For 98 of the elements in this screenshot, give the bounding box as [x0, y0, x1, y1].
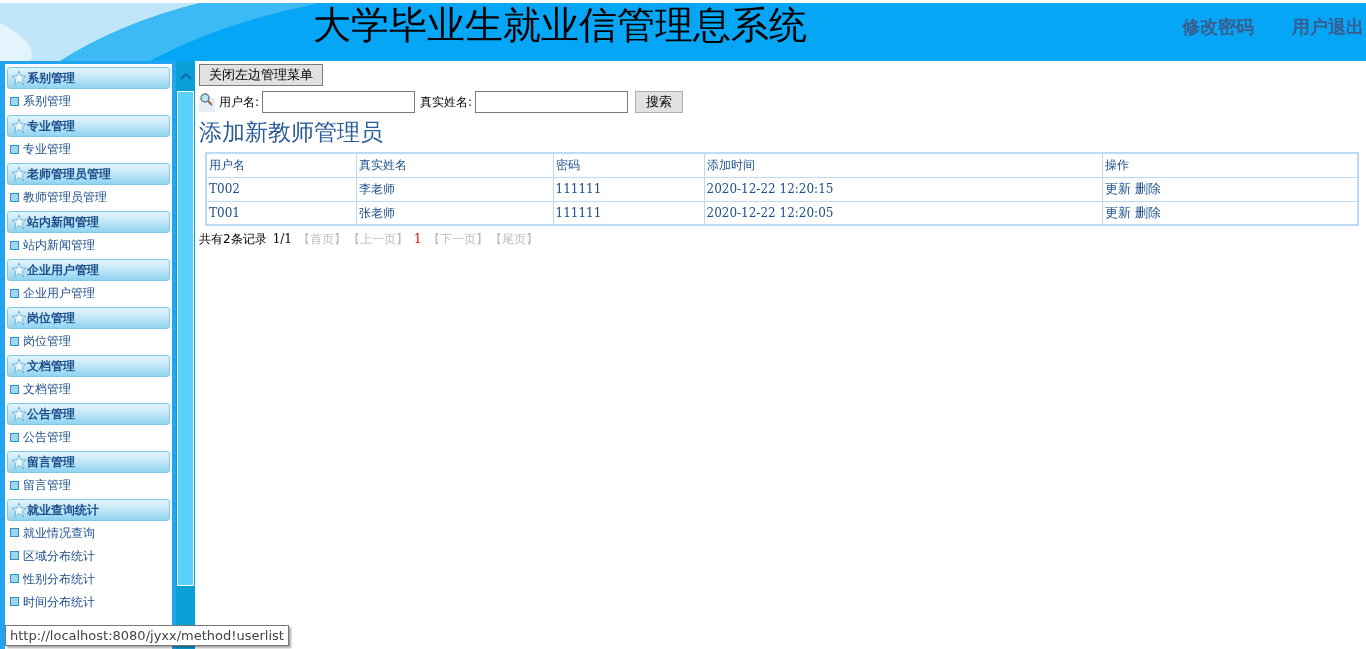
menu-item[interactable]: 文档管理 — [7, 377, 170, 401]
menu-item-label: 专业管理 — [23, 141, 71, 158]
bullet-icon — [10, 597, 19, 606]
menu-group-header[interactable]: 文档管理 — [7, 355, 170, 377]
star-icon — [11, 262, 27, 278]
menu-item[interactable]: 专业管理 — [7, 137, 170, 161]
column-header: 添加时间 — [704, 153, 1102, 177]
menu-item-label: 文档管理 — [23, 381, 71, 398]
table-cell: T002 — [206, 177, 356, 201]
add-teacher-link[interactable]: 添加新教师管理员 — [199, 117, 383, 147]
menu-item-label: 站内新闻管理 — [23, 237, 95, 254]
table-cell: 2020-12-22 12:20:05 — [704, 201, 1102, 225]
menu-item[interactable]: 公告管理 — [7, 425, 170, 449]
menu-item[interactable]: 就业情况查询 — [7, 521, 170, 544]
table-cell: 张老师 — [356, 201, 553, 225]
menu-group-title: 就业查询统计 — [27, 502, 99, 519]
star-icon — [11, 118, 27, 134]
bullet-icon — [10, 288, 19, 298]
menu-group-title: 站内新闻管理 — [27, 214, 99, 231]
menu-item-label: 区域分布统计 — [23, 547, 95, 565]
bullet-icon — [10, 432, 19, 442]
star-icon — [11, 70, 27, 86]
menu-group-title: 文档管理 — [27, 358, 75, 375]
record-count: 共有2条记录 — [199, 231, 267, 248]
update-link[interactable]: 更新 — [1104, 205, 1131, 220]
table-cell: 2020-12-22 12:20:15 — [704, 177, 1102, 201]
bullet-icon — [10, 144, 19, 154]
menu-item-label: 企业用户管理 — [23, 285, 95, 302]
menu-item[interactable]: 留言管理 — [7, 473, 170, 497]
search-icon — [199, 92, 215, 112]
status-tooltip: http://localhost:8080/jyxx/method!userlist — [5, 625, 289, 646]
menu-group-header[interactable]: 岗位管理 — [7, 307, 170, 329]
scroll-thumb[interactable] — [177, 91, 194, 586]
field-label: 真实姓名: — [420, 94, 473, 111]
menu-group-header[interactable]: 就业查询统计 — [7, 499, 170, 521]
menu-item[interactable]: 企业用户管理 — [7, 281, 170, 305]
close-menu-button[interactable]: 关闭左边管理菜单 — [199, 63, 323, 86]
column-header: 用户名 — [206, 153, 356, 177]
bullet-icon — [10, 384, 19, 394]
bullet-icon — [10, 240, 19, 250]
menu-item-label: 公告管理 — [23, 429, 71, 446]
menu-group-title: 企业用户管理 — [27, 262, 99, 279]
search-button[interactable]: 搜索 — [635, 91, 684, 113]
update-link[interactable]: 更新 — [1104, 181, 1131, 197]
menu-group-title: 留言管理 — [27, 454, 75, 471]
menu-item[interactable]: 性别分布统计 — [7, 567, 170, 590]
menu-item[interactable]: 时间分布统计 — [7, 590, 170, 613]
menu-group-header[interactable]: 留言管理 — [7, 451, 170, 473]
menu-group-header[interactable]: 专业管理 — [7, 115, 170, 137]
column-header: 密码 — [553, 153, 704, 177]
menu-item[interactable]: 区域分布统计 — [7, 544, 170, 567]
menu-group-header[interactable]: 公告管理 — [7, 403, 170, 425]
star-icon — [11, 310, 27, 326]
menu-item[interactable]: 系别管理 — [7, 89, 170, 113]
input-field[interactable] — [262, 91, 416, 113]
table-cell: 李老师 — [356, 177, 553, 201]
page-count: 1/1 — [272, 231, 292, 248]
menu-group-header[interactable]: 站内新闻管理 — [7, 211, 170, 233]
star-icon — [11, 502, 27, 518]
table-cell: 111111 — [553, 177, 704, 201]
menu-item-label: 时间分布统计 — [23, 593, 95, 611]
menu-item[interactable]: 站内新闻管理 — [7, 233, 170, 257]
menu-group-header[interactable]: 企业用户管理 — [7, 259, 170, 281]
star-icon — [11, 358, 27, 374]
star-icon — [11, 166, 27, 182]
input-field[interactable] — [475, 91, 629, 113]
menu-item-label: 教师管理员管理 — [23, 189, 107, 206]
menu-item[interactable]: 教师管理员管理 — [7, 185, 170, 209]
delete-link[interactable]: 删除 — [1134, 181, 1161, 197]
bullet-icon — [10, 96, 19, 106]
star-icon — [11, 454, 27, 470]
menu-group-title: 老师管理员管理 — [27, 166, 111, 183]
menu-item-label: 留言管理 — [23, 477, 71, 494]
column-header: 真实姓名 — [356, 153, 553, 177]
menu-group-header[interactable]: 老师管理员管理 — [7, 163, 170, 185]
menu-item-label: 系别管理 — [23, 93, 71, 110]
menu-item-label: 性别分布统计 — [23, 570, 95, 588]
menu-item[interactable]: 岗位管理 — [7, 329, 170, 353]
menu-group-header[interactable]: 系别管理 — [7, 67, 170, 89]
bullet-icon — [10, 551, 19, 560]
menu-group-title: 专业管理 — [27, 118, 75, 135]
app-title: 大学毕业生就业信管理息系统 — [313, 3, 807, 47]
menu-item-label: 岗位管理 — [23, 333, 71, 350]
table-cell: T001 — [206, 201, 356, 225]
menu-group-title: 岗位管理 — [27, 310, 75, 327]
bullet-icon — [10, 336, 19, 346]
bullet-icon — [10, 192, 19, 202]
field-label: 用户名: — [219, 94, 260, 111]
current-page: 1 — [413, 231, 422, 248]
star-icon — [11, 214, 27, 230]
menu-group-title: 公告管理 — [27, 406, 75, 423]
delete-link[interactable]: 删除 — [1134, 205, 1161, 220]
bullet-icon — [10, 528, 19, 537]
star-icon — [11, 406, 27, 422]
bullet-icon — [10, 480, 19, 490]
menu-item-label: 就业情况查询 — [23, 524, 95, 542]
bullet-icon — [10, 574, 19, 583]
menu-group-title: 系别管理 — [27, 70, 75, 87]
